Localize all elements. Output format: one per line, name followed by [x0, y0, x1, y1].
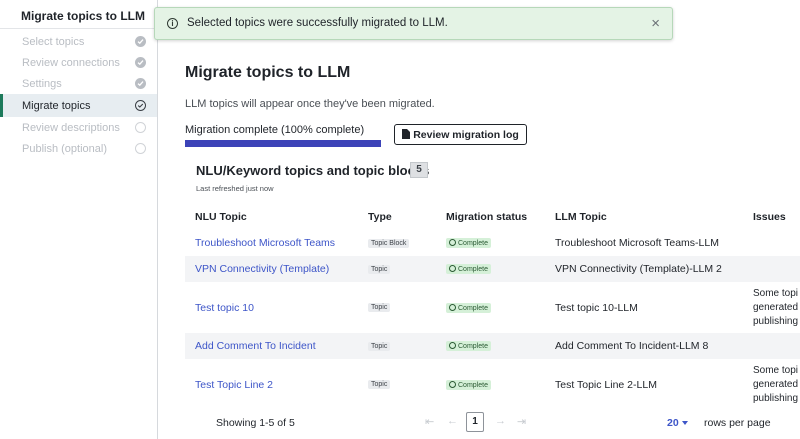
status-badge: Complete — [446, 264, 491, 274]
table-row: Add Comment To Incident Topic Complete A… — [185, 333, 800, 359]
check-circle-icon — [135, 78, 146, 89]
count-badge: 5 — [410, 162, 428, 178]
pagination: Showing 1-5 of 5 ⇤ ← 1 → ⇥ 20 rows per p… — [185, 408, 800, 439]
review-button-label: Review migration log — [413, 129, 519, 141]
success-toast: i Selected topics were successfully migr… — [154, 7, 673, 40]
issue-line: generated — [753, 301, 799, 313]
info-icon: i — [167, 18, 178, 29]
step-publish[interactable]: Publish (optional) — [0, 138, 157, 159]
check-circle-icon — [449, 380, 456, 388]
column-header: Type — [368, 211, 392, 223]
column-header: LLM Topic — [555, 211, 607, 223]
issue-line: generated — [753, 378, 799, 390]
column-header: Migration status — [446, 211, 528, 223]
rows-per-page-value: 20 — [667, 417, 679, 429]
llm-topic: Test topic 10-LLM — [555, 301, 638, 314]
status-text: Complete — [458, 240, 488, 247]
check-circle-icon — [449, 239, 456, 246]
llm-topic: Troubleshoot Microsoft Teams-LLM — [555, 237, 719, 249]
empty-circle-icon — [135, 122, 146, 133]
step-label: Publish (optional) — [22, 143, 107, 155]
page-title: Migrate topics to LLM — [185, 64, 351, 81]
check-circle-icon — [135, 36, 146, 47]
step-settings[interactable]: Settings — [0, 73, 157, 94]
sidebar-title: Migrate topics to LLM — [0, 0, 157, 29]
progress-fill — [185, 140, 381, 147]
column-header: Issues — [753, 211, 786, 223]
issue-text: Some topi generated publishing — [753, 364, 798, 406]
table-header: NLU Topic Type Migration status LLM Topi… — [185, 204, 800, 230]
step-label: Review descriptions — [22, 122, 120, 134]
status-badge: Complete — [446, 379, 491, 390]
nlu-topic-link[interactable]: Troubleshoot Microsoft Teams — [195, 237, 335, 249]
llm-topic: Add Comment To Incident-LLM 8 — [555, 340, 709, 352]
llm-topic: Test Topic Line 2-LLM — [555, 378, 657, 391]
first-page-icon[interactable]: ⇤ — [425, 415, 434, 428]
type-tag: Topic — [368, 380, 391, 389]
llm-topic: VPN Connectivity (Template)-LLM 2 — [555, 263, 722, 275]
step-label: Settings — [22, 78, 62, 90]
review-migration-log-button[interactable]: Review migration log — [394, 124, 527, 145]
check-circle-icon — [449, 342, 456, 349]
table-row: Troubleshoot Microsoft Teams Topic Block… — [185, 230, 800, 256]
issue-line: publishing — [753, 392, 799, 404]
section-title: NLU/Keyword topics and topic blocks — [196, 163, 430, 178]
step-review-descriptions[interactable]: Review descriptions — [0, 117, 157, 138]
prev-page-icon[interactable]: ← — [447, 415, 458, 427]
nlu-topic-link[interactable]: Add Comment To Incident — [195, 340, 316, 352]
last-page-icon[interactable]: ⇥ — [517, 415, 526, 428]
status-text: Complete — [458, 304, 488, 312]
type-tag: Topic — [368, 264, 391, 274]
close-icon[interactable]: × — [651, 15, 660, 32]
status-badge: Complete — [446, 302, 491, 313]
progress-label: Migration complete (100% complete) — [185, 124, 365, 136]
showing-count: Showing 1-5 of 5 — [216, 417, 295, 429]
last-refreshed: Last refreshed just now — [196, 184, 274, 193]
nlu-topic-link[interactable]: Test Topic Line 2 — [195, 379, 273, 391]
in-progress-icon — [135, 100, 146, 111]
check-circle-icon — [449, 303, 456, 311]
document-icon — [402, 129, 411, 139]
status-text: Complete — [458, 343, 488, 350]
nlu-topic-link[interactable]: Test topic 10 — [195, 302, 254, 314]
rows-per-page-select[interactable]: 20 — [667, 417, 688, 429]
topics-table: NLU Topic Type Migration status LLM Topi… — [185, 204, 800, 410]
toast-message: Selected topics were successfully migrat… — [187, 17, 448, 29]
type-tag: Topic — [368, 303, 391, 312]
check-circle-icon — [135, 57, 146, 68]
sidebar: Migrate topics to LLM Select topics Revi… — [0, 0, 158, 439]
progress-bar — [185, 140, 381, 147]
nlu-topic-link[interactable]: VPN Connectivity (Template) — [195, 263, 329, 275]
step-label: Select topics — [22, 36, 85, 48]
step-migrate-topics[interactable]: Migrate topics — [0, 94, 157, 117]
caret-down-icon — [681, 421, 688, 425]
table-row: Test topic 10 Topic Complete Test topic … — [185, 282, 800, 333]
table-row: Test Topic Line 2 Topic Complete Test To… — [185, 359, 800, 410]
page-button[interactable]: 1 — [466, 412, 484, 432]
issue-line: publishing — [753, 315, 799, 327]
table-row: VPN Connectivity (Template) Topic Comple… — [185, 256, 800, 282]
step-label: Review connections — [22, 57, 120, 69]
type-tag: Topic Block — [368, 238, 410, 248]
status-badge: Complete — [446, 341, 491, 351]
empty-circle-icon — [135, 143, 146, 154]
page-description: LLM topics will appear once they've been… — [185, 98, 435, 110]
step-select-topics[interactable]: Select topics — [0, 31, 157, 52]
status-text: Complete — [458, 381, 488, 389]
next-page-icon[interactable]: → — [495, 415, 506, 427]
issue-line: Some topi — [753, 364, 799, 376]
step-review-connections[interactable]: Review connections — [0, 52, 157, 73]
issue-line: Some topi — [753, 287, 799, 299]
rows-per-page-label: rows per page — [704, 417, 771, 429]
status-badge: Complete — [446, 238, 491, 248]
step-label: Migrate topics — [22, 100, 91, 112]
status-text: Complete — [458, 266, 488, 273]
type-tag: Topic — [368, 341, 391, 351]
issue-text: Some topi generated publishing — [753, 287, 798, 329]
column-header: NLU Topic — [195, 211, 247, 223]
check-circle-icon — [449, 265, 456, 272]
